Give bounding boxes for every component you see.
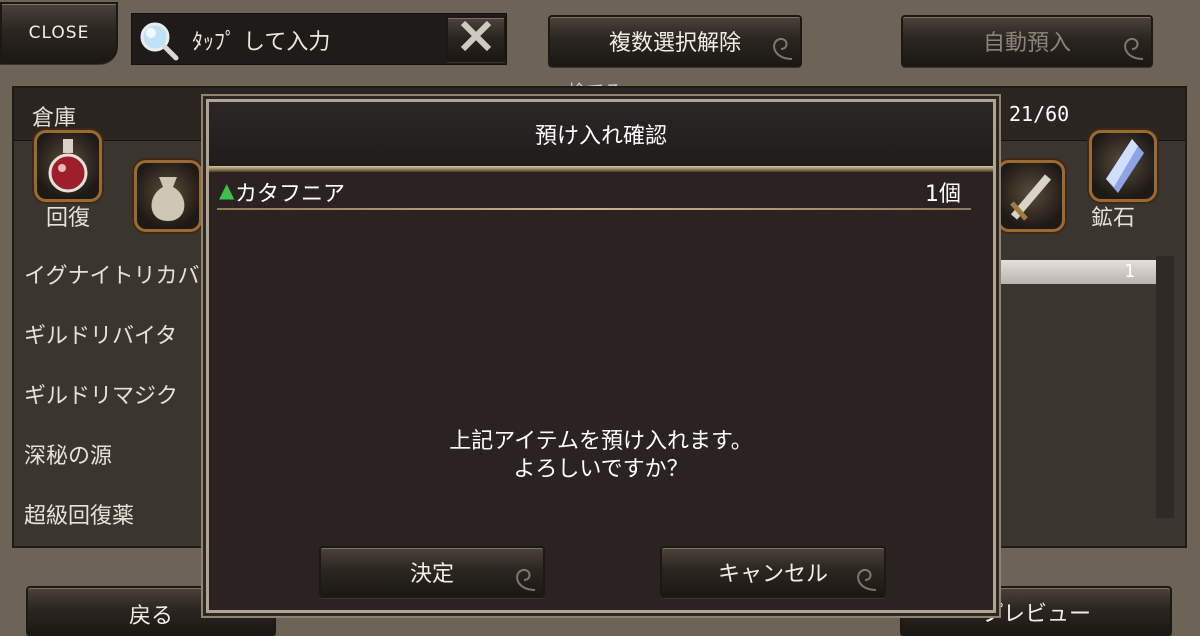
- dialog-message-line1: 上記アイテムを預け入れます。: [449, 429, 753, 454]
- scrollbar[interactable]: [1156, 256, 1174, 518]
- sword-icon: [1000, 174, 1062, 233]
- item-divider: [217, 208, 971, 210]
- deposit-item-qty: 1個: [925, 182, 961, 207]
- swirl-ornament-icon: [516, 568, 536, 591]
- dialog-header: 預け入れ確認: [209, 102, 993, 166]
- clear-search-button[interactable]: [446, 16, 506, 62]
- search-bar[interactable]: ﾀｯﾌﾟ して入力: [131, 13, 507, 65]
- header-divider: [209, 166, 993, 172]
- category-ore-label: 鉱石: [1091, 206, 1136, 231]
- auto-deposit-button[interactable]: 自動預入: [901, 15, 1153, 67]
- triangle-up-icon: ▲: [219, 178, 235, 202]
- swirl-ornament-icon: [1124, 37, 1144, 60]
- swirl-ornament-icon: [773, 37, 793, 60]
- list-item[interactable]: 超級回復薬: [24, 498, 134, 530]
- list-item[interactable]: ギルドリマジク: [24, 378, 178, 410]
- quantity-value: 1: [1124, 261, 1135, 282]
- dialog-message-line2: よろしいですか？: [513, 457, 689, 482]
- deposit-confirm-dialog: 預け入れ確認 ▲ カタフニア 1個 上記アイテムを預け入れます。 よろしいですか…: [206, 99, 996, 613]
- list-item[interactable]: イグナイトリカバ: [24, 258, 200, 290]
- close-button[interactable]: CLOSE: [0, 2, 118, 64]
- multi-deselect-label: 複数選択解除: [608, 31, 741, 56]
- list-item[interactable]: ギルドリバイタ: [24, 318, 177, 350]
- list-item[interactable]: 深秘の源: [24, 438, 112, 470]
- category-weapon-button[interactable]: [997, 160, 1065, 232]
- search-icon: [138, 20, 180, 62]
- search-input[interactable]: ﾀｯﾌﾟ して入力: [192, 24, 330, 56]
- dialog-title: 預け入れ確認: [534, 124, 667, 149]
- storage-title: 倉庫: [32, 106, 77, 131]
- bag-icon: [137, 177, 199, 233]
- cancel-button[interactable]: キャンセル: [660, 546, 886, 598]
- category-recovery-button[interactable]: [34, 130, 102, 202]
- dialog-message: 上記アイテムを預け入れます。 よろしいですか？: [209, 428, 993, 484]
- auto-deposit-label: 自動預入: [982, 31, 1071, 56]
- confirm-button[interactable]: 決定: [319, 546, 545, 598]
- deposit-item-name: カタフニア: [235, 182, 346, 207]
- multi-deselect-button[interactable]: 複数選択解除: [548, 15, 802, 67]
- swirl-ornament-icon: [857, 568, 877, 591]
- category-ore-button[interactable]: [1089, 130, 1157, 202]
- category-recovery-label: 回復: [46, 206, 91, 231]
- confirm-button-label: 決定: [409, 562, 454, 587]
- category-bag-button[interactable]: [134, 160, 202, 232]
- deposit-item-row: ▲ カタフニア 1個: [217, 176, 971, 208]
- close-button-label: CLOSE: [28, 23, 90, 43]
- storage-capacity: 21/60: [1009, 102, 1070, 126]
- preview-button-label: プレビュー: [980, 602, 1091, 627]
- back-button-label: 戻る: [128, 604, 173, 629]
- cancel-button-label: キャンセル: [717, 562, 828, 587]
- quantity-bar[interactable]: 1: [997, 260, 1157, 284]
- close-icon: [457, 18, 495, 60]
